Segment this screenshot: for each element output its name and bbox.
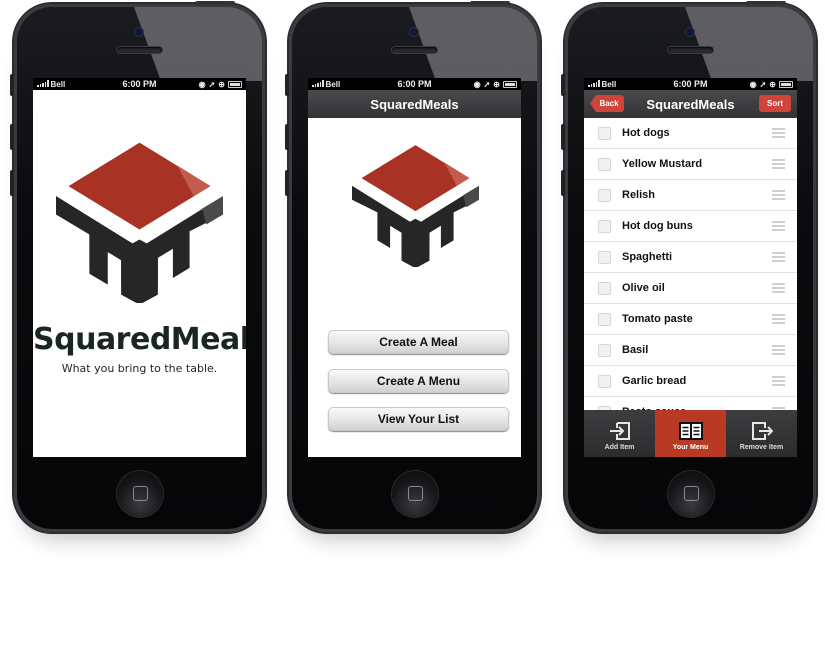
volume-up-button: [285, 124, 289, 150]
remove-item-icon: [751, 422, 773, 440]
front-camera: [410, 28, 418, 36]
app-logo: [352, 145, 479, 267]
item-label: Garlic bread: [622, 375, 687, 387]
list-item[interactable]: Hot dogs: [584, 118, 797, 149]
item-label: Relish: [622, 189, 656, 201]
volume-up-button: [10, 124, 14, 150]
tab-bar: Add Item Your Menu Remove Item: [584, 410, 797, 457]
nav-bar: SquaredMeals: [308, 90, 521, 118]
volume-down-button: [10, 170, 14, 196]
splash-screen: Bell 6:00 PM ◉ ➚ ⊕ SquaredMeals What you b…: [33, 78, 246, 457]
mute-switch: [10, 74, 14, 96]
item-label: Tomato paste: [622, 313, 693, 325]
list-item[interactable]: Olive oil: [584, 273, 797, 304]
list-item[interactable]: Hot dog buns: [584, 211, 797, 242]
mute-switch: [561, 74, 565, 96]
nav-title: SquaredMeals: [646, 96, 735, 112]
screen-glare: [685, 7, 813, 81]
drag-handle-icon[interactable]: [772, 376, 785, 386]
home-button[interactable]: [668, 471, 714, 517]
earpiece-speaker: [117, 47, 162, 53]
tab-label: Remove Item: [739, 444, 784, 451]
home-button[interactable]: [392, 471, 438, 517]
back-button[interactable]: Back: [590, 95, 624, 112]
mute-switch: [285, 74, 289, 96]
power-button: [746, 1, 786, 5]
volume-down-button: [285, 170, 289, 196]
drag-handle-icon[interactable]: [772, 128, 785, 138]
create-meal-button[interactable]: Create A Meal: [328, 330, 509, 354]
tab-your-menu[interactable]: Your Menu: [655, 410, 726, 457]
status-bar: Bell 6:00 PM ◉ ➚ ⊕: [584, 78, 797, 90]
drag-handle-icon[interactable]: [772, 252, 785, 262]
phone-home: Bell 6:00 PM ◉ ➚ ⊕ SquaredMeals Create A M…: [285, 1, 540, 532]
drag-handle-icon[interactable]: [772, 345, 785, 355]
tab-label: Add Item: [604, 444, 635, 451]
list-item[interactable]: Basil: [584, 335, 797, 366]
status-bar: Bell 6:00 PM ◉ ➚ ⊕: [308, 78, 521, 90]
screen-glare: [409, 7, 537, 81]
item-label: Yellow Mustard: [622, 158, 703, 170]
list-item[interactable]: Garlic bread: [584, 366, 797, 397]
battery-icon: [779, 80, 793, 88]
item-checkbox[interactable]: [598, 157, 611, 171]
nav-bar: Back SquaredMeals Sort: [584, 90, 797, 118]
item-label: Spaghetti: [622, 251, 673, 263]
power-button: [195, 1, 235, 5]
item-label: Hot dog buns: [622, 220, 693, 232]
phone-list: Bell 6:00 PM ◉ ➚ ⊕ Back SquaredMeals Sort …: [561, 1, 816, 532]
battery-icon: [228, 80, 242, 88]
item-checkbox[interactable]: [598, 219, 611, 233]
home-button[interactable]: [117, 471, 163, 517]
app-name: SquaredMeals: [33, 322, 246, 357]
phone-splash: Bell 6:00 PM ◉ ➚ ⊕ SquaredMeals What you b…: [10, 1, 265, 532]
front-camera: [135, 28, 143, 36]
list-item[interactable]: Spaghetti: [584, 242, 797, 273]
list-item[interactable]: Yellow Mustard: [584, 149, 797, 180]
app-logo: [56, 142, 223, 303]
earpiece-speaker: [668, 47, 713, 53]
item-label: Basil: [622, 344, 649, 356]
item-checkbox[interactable]: [598, 281, 611, 295]
tab-label: Your Menu: [672, 444, 709, 451]
sort-button[interactable]: Sort: [759, 95, 791, 112]
status-time: 6:00 PM: [122, 79, 157, 89]
drag-handle-icon[interactable]: [772, 221, 785, 231]
status-time: 6:00 PM: [673, 79, 708, 89]
power-button: [470, 1, 510, 5]
item-checkbox[interactable]: [598, 126, 611, 140]
item-checkbox[interactable]: [598, 343, 611, 357]
nav-title: SquaredMeals: [370, 96, 459, 112]
screen-glare: [134, 7, 262, 81]
status-bar: Bell 6:00 PM ◉ ➚ ⊕: [33, 78, 246, 90]
status-time: 6:00 PM: [397, 79, 432, 89]
tab-remove-item[interactable]: Remove Item: [726, 410, 797, 457]
menu-book-icon: [678, 422, 703, 440]
earpiece-speaker: [392, 47, 437, 53]
volume-down-button: [561, 170, 565, 196]
item-label: Hot dogs: [622, 127, 670, 139]
home-screen: Bell 6:00 PM ◉ ➚ ⊕ SquaredMeals Create A M…: [308, 78, 521, 457]
view-list-button[interactable]: View Your List: [328, 407, 509, 431]
drag-handle-icon[interactable]: [772, 283, 785, 293]
app-tagline: What you bring to the table.: [61, 362, 218, 375]
front-camera: [686, 28, 694, 36]
battery-icon: [503, 80, 517, 88]
grocery-list: Hot dogs Yellow Mustard Relish Hot dog buns…: [584, 118, 797, 428]
item-checkbox[interactable]: [598, 188, 611, 202]
item-label: Olive oil: [622, 282, 665, 294]
list-item[interactable]: Relish: [584, 180, 797, 211]
tab-add-item[interactable]: Add Item: [584, 410, 655, 457]
add-item-icon: [609, 422, 630, 440]
list-screen: Bell 6:00 PM ◉ ➚ ⊕ Back SquaredMeals Sort …: [584, 78, 797, 457]
list-item[interactable]: Tomato paste: [584, 304, 797, 335]
drag-handle-icon[interactable]: [772, 314, 785, 324]
item-checkbox[interactable]: [598, 250, 611, 264]
volume-up-button: [561, 124, 565, 150]
item-checkbox[interactable]: [598, 312, 611, 326]
drag-handle-icon[interactable]: [772, 159, 785, 169]
drag-handle-icon[interactable]: [772, 190, 785, 200]
create-menu-button[interactable]: Create A Menu: [328, 369, 509, 393]
item-checkbox[interactable]: [598, 374, 611, 388]
